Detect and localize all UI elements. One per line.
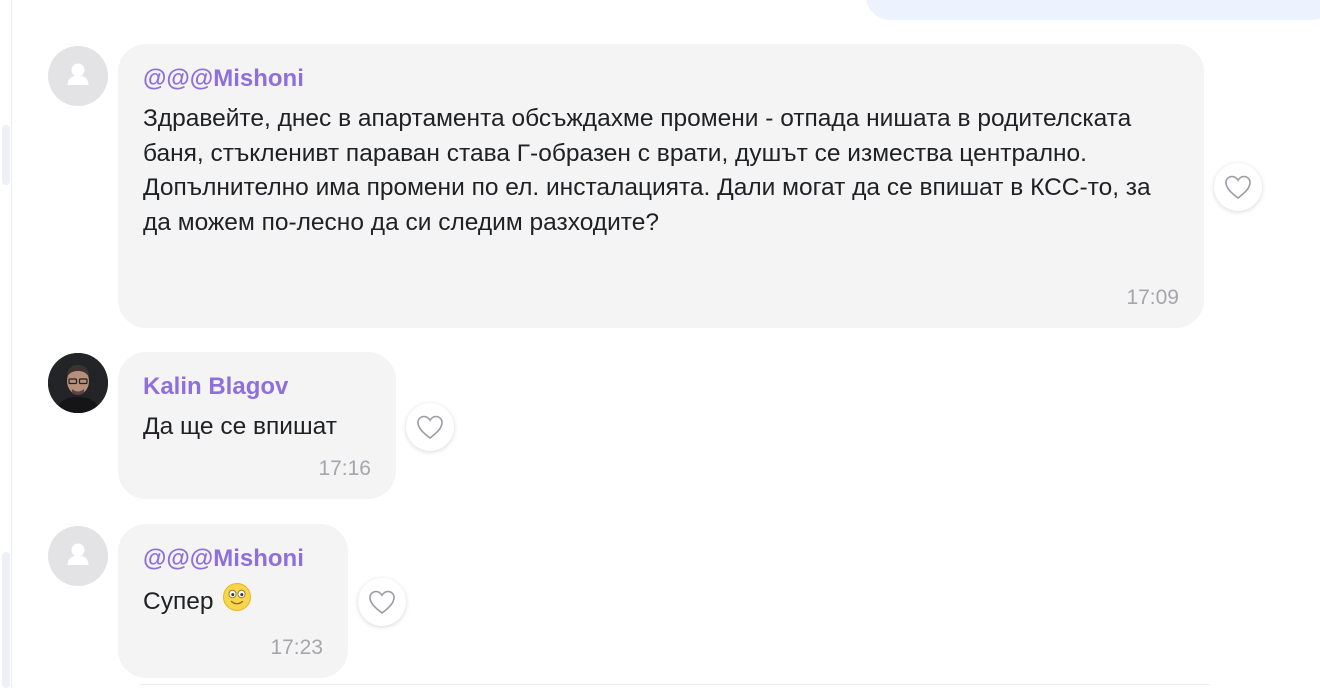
user-photo-avatar (48, 353, 108, 413)
message-text-content: Супер (143, 588, 214, 615)
message-text: Здравейте, днес в апартамента обсъждахме… (143, 105, 1151, 236)
avatar[interactable] (48, 46, 108, 106)
heart-outline-icon (369, 590, 395, 615)
like-button[interactable] (406, 403, 454, 451)
heart-outline-icon (1225, 175, 1251, 200)
message-time: 17:23 (270, 636, 323, 659)
chat-message: Kalin Blagov Да ще се впишат 17:16 (0, 340, 1320, 510)
composer-divider (140, 684, 1210, 688)
message-time: 17:16 (318, 457, 371, 480)
message-text: Супер (143, 582, 323, 620)
message-bubble[interactable]: @@@Mishoni Здравейте, днес в апартамента… (118, 44, 1204, 328)
like-button[interactable] (1214, 163, 1262, 211)
smiling-face-emoji (223, 583, 252, 611)
message-author[interactable]: @@@Mishoni (143, 544, 323, 574)
message-author[interactable]: @@@Mishoni (143, 64, 1179, 94)
heart-outline-icon (417, 415, 443, 440)
default-user-avatar-icon (67, 543, 89, 565)
chat-message: @@@Mishoni Здравейте, днес в апартамента… (0, 0, 1320, 340)
chat-message: @@@Mishoni Супер 17:23 (0, 510, 1320, 688)
default-user-avatar-icon (67, 63, 89, 85)
avatar[interactable] (48, 353, 108, 413)
message-author[interactable]: Kalin Blagov (143, 372, 371, 402)
message-time: 17:09 (1126, 286, 1179, 309)
message-bubble[interactable]: Kalin Blagov Да ще се впишат 17:16 (118, 352, 396, 499)
message-text: Да ще се впишат (143, 413, 337, 440)
message-bubble[interactable]: @@@Mishoni Супер 17:23 (118, 524, 348, 678)
avatar[interactable] (48, 526, 108, 586)
like-button[interactable] (358, 578, 406, 626)
